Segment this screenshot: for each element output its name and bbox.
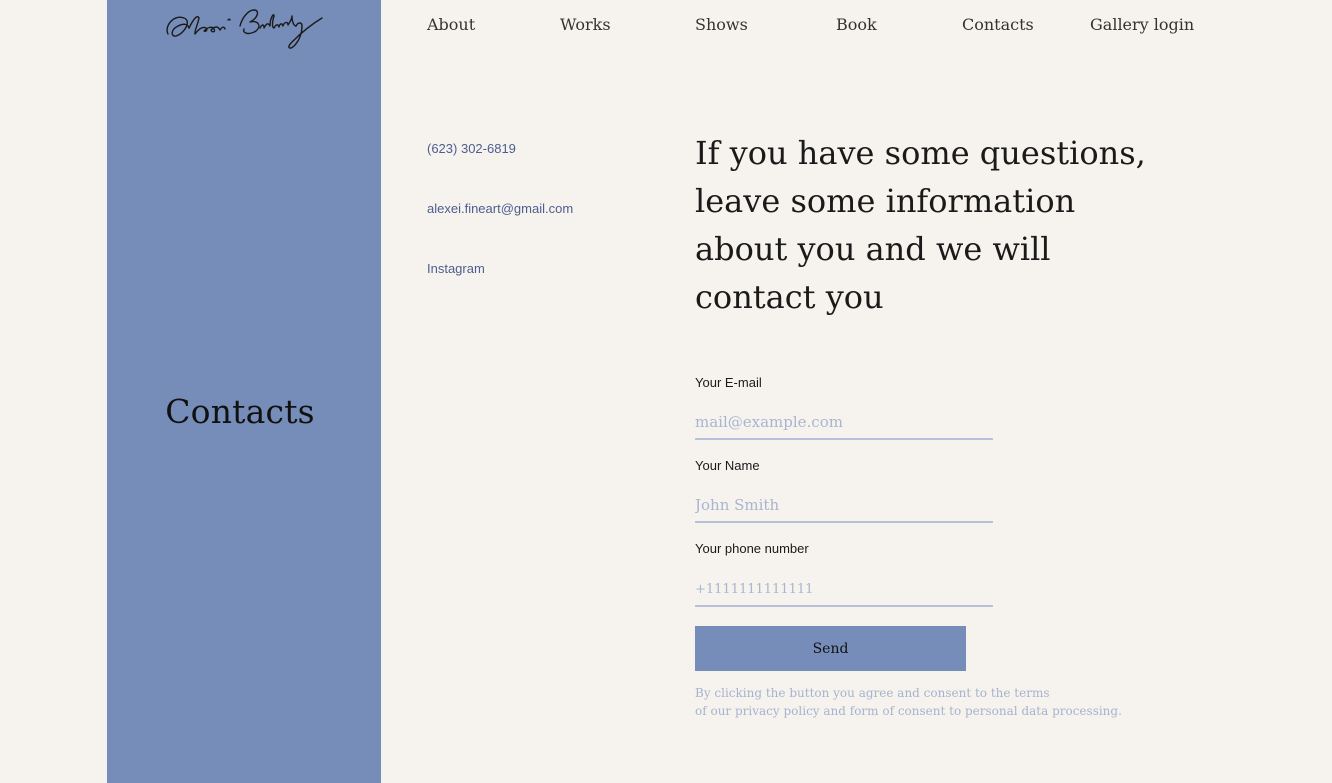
nav-item-shows[interactable]: Shows bbox=[695, 15, 748, 34]
send-button[interactable]: Send bbox=[695, 626, 966, 671]
contact-form-heading: If you have some questions, leave some i… bbox=[695, 134, 1146, 316]
nav-item-about[interactable]: About bbox=[427, 15, 475, 34]
nav-item-book[interactable]: Book bbox=[836, 15, 877, 34]
email-field-label: Your E-mail bbox=[695, 375, 762, 390]
email-field[interactable] bbox=[695, 406, 993, 440]
name-field-label: Your Name bbox=[695, 458, 760, 473]
consent-notice: By clicking the button you agree and con… bbox=[695, 684, 1125, 720]
instagram-link[interactable]: Instagram bbox=[427, 261, 485, 276]
nav-item-works[interactable]: Works bbox=[560, 15, 611, 34]
consent-line-2: of our privacy policy and form of consen… bbox=[695, 704, 1122, 718]
nav-item-contacts[interactable]: Contacts bbox=[962, 15, 1034, 34]
page-title: Contacts bbox=[165, 392, 315, 431]
nav-item-gallery-login[interactable]: Gallery login bbox=[1090, 15, 1194, 34]
signature-logo[interactable] bbox=[162, 4, 328, 52]
phone-link[interactable]: (623) 302-6819 bbox=[427, 141, 516, 156]
name-field[interactable] bbox=[695, 489, 993, 523]
consent-line-1: By clicking the button you agree and con… bbox=[695, 686, 1050, 700]
phone-field-label: Your phone number bbox=[695, 541, 809, 556]
signature-icon bbox=[166, 9, 323, 49]
email-link[interactable]: alexei.fineart@gmail.com bbox=[427, 201, 573, 216]
phone-field[interactable] bbox=[695, 573, 993, 607]
sidebar: Contacts bbox=[107, 0, 381, 783]
